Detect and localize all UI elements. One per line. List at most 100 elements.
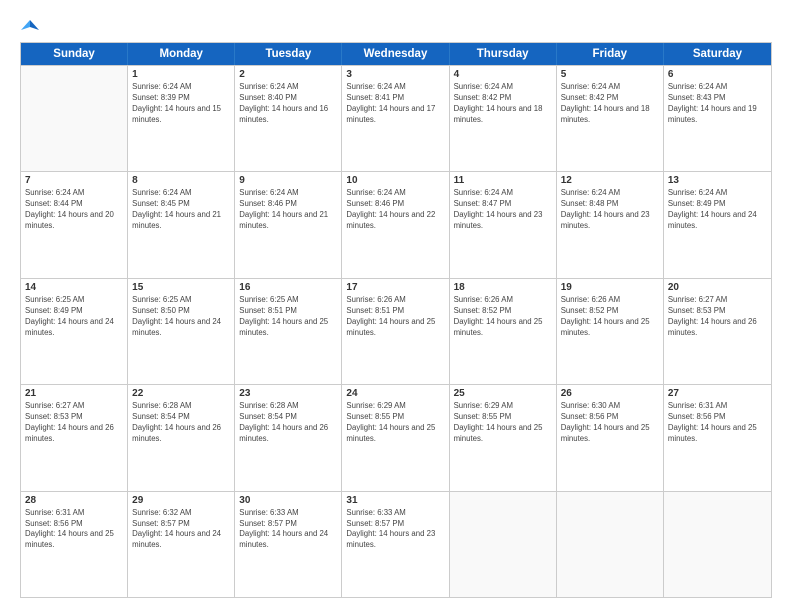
cal-cell: 17 Sunrise: 6:26 AM Sunset: 8:51 PM Dayli… bbox=[342, 279, 449, 384]
day-detail: Sunrise: 6:25 AM Sunset: 8:49 PM Dayligh… bbox=[25, 295, 123, 339]
day-number: 28 bbox=[25, 495, 123, 506]
day-detail: Sunrise: 6:24 AM Sunset: 8:45 PM Dayligh… bbox=[132, 188, 230, 232]
day-detail: Sunrise: 6:24 AM Sunset: 8:49 PM Dayligh… bbox=[668, 188, 767, 232]
calendar-body: 1 Sunrise: 6:24 AM Sunset: 8:39 PM Daylig… bbox=[21, 65, 771, 597]
cal-cell: 19 Sunrise: 6:26 AM Sunset: 8:52 PM Dayli… bbox=[557, 279, 664, 384]
cal-cell: 1 Sunrise: 6:24 AM Sunset: 8:39 PM Daylig… bbox=[128, 66, 235, 171]
cal-cell: 9 Sunrise: 6:24 AM Sunset: 8:46 PM Daylig… bbox=[235, 172, 342, 277]
day-number: 17 bbox=[346, 282, 444, 293]
cal-cell: 25 Sunrise: 6:29 AM Sunset: 8:55 PM Dayli… bbox=[450, 385, 557, 490]
day-number: 10 bbox=[346, 175, 444, 186]
day-number: 11 bbox=[454, 175, 552, 186]
cal-cell: 24 Sunrise: 6:29 AM Sunset: 8:55 PM Dayli… bbox=[342, 385, 449, 490]
day-detail: Sunrise: 6:24 AM Sunset: 8:41 PM Dayligh… bbox=[346, 82, 444, 126]
logo bbox=[20, 18, 40, 34]
week-row-5: 28Sunrise: 6:31 AM Sunset: 8:56 PM Dayli… bbox=[21, 491, 771, 597]
week-row-3: 14 Sunrise: 6:25 AM Sunset: 8:49 PM Dayli… bbox=[21, 278, 771, 384]
cal-cell: 29 Sunrise: 6:32 AM Sunset: 8:57 PM Dayli… bbox=[128, 492, 235, 597]
cal-cell bbox=[21, 66, 128, 171]
day-detail: Sunrise: 6:33 AM Sunset: 8:57 PM Dayligh… bbox=[346, 508, 444, 552]
cal-cell: 8 Sunrise: 6:24 AM Sunset: 8:45 PM Daylig… bbox=[128, 172, 235, 277]
header bbox=[20, 18, 772, 34]
day-detail: Sunrise: 6:24 AM Sunset: 8:43 PM Dayligh… bbox=[668, 82, 767, 126]
day-detail: Sunrise: 6:33 AM Sunset: 8:57 PM Dayligh… bbox=[239, 508, 337, 552]
day-number: 20 bbox=[668, 282, 767, 293]
day-detail: Sunrise: 6:24 AM Sunset: 8:42 PM Dayligh… bbox=[454, 82, 552, 126]
day-number: 24 bbox=[346, 388, 444, 399]
day-detail: Sunrise: 6:29 AM Sunset: 8:55 PM Dayligh… bbox=[346, 401, 444, 445]
day-detail: Sunrise: 6:29 AM Sunset: 8:55 PM Dayligh… bbox=[454, 401, 552, 445]
cal-cell: 30 Sunrise: 6:33 AM Sunset: 8:57 PM Dayli… bbox=[235, 492, 342, 597]
cal-cell: 27Sunrise: 6:31 AM Sunset: 8:56 PM Dayli… bbox=[664, 385, 771, 490]
calendar: SundayMondayTuesdayWednesdayThursdayFrid… bbox=[20, 42, 772, 598]
logo-bird-icon bbox=[21, 18, 39, 36]
day-number: 13 bbox=[668, 175, 767, 186]
cal-cell: 12 Sunrise: 6:24 AM Sunset: 8:48 PM Dayli… bbox=[557, 172, 664, 277]
page: SundayMondayTuesdayWednesdayThursdayFrid… bbox=[0, 0, 792, 612]
day-number: 31 bbox=[346, 495, 444, 506]
day-detail: Sunrise: 6:24 AM Sunset: 8:46 PM Dayligh… bbox=[346, 188, 444, 232]
day-detail: Sunrise: 6:28 AM Sunset: 8:54 PM Dayligh… bbox=[132, 401, 230, 445]
day-number: 12 bbox=[561, 175, 659, 186]
day-number: 30 bbox=[239, 495, 337, 506]
day-header-tuesday: Tuesday bbox=[235, 43, 342, 65]
cal-cell: 15Sunrise: 6:25 AM Sunset: 8:50 PM Dayli… bbox=[128, 279, 235, 384]
day-number: 27 bbox=[668, 388, 767, 399]
day-detail: Sunrise: 6:26 AM Sunset: 8:51 PM Dayligh… bbox=[346, 295, 444, 339]
day-number: 5 bbox=[561, 69, 659, 80]
calendar-header: SundayMondayTuesdayWednesdayThursdayFrid… bbox=[21, 43, 771, 65]
day-number: 25 bbox=[454, 388, 552, 399]
day-header-wednesday: Wednesday bbox=[342, 43, 449, 65]
day-detail: Sunrise: 6:25 AM Sunset: 8:50 PM Dayligh… bbox=[132, 295, 230, 339]
cal-cell: 3 Sunrise: 6:24 AM Sunset: 8:41 PM Daylig… bbox=[342, 66, 449, 171]
day-detail: Sunrise: 6:24 AM Sunset: 8:40 PM Dayligh… bbox=[239, 82, 337, 126]
cal-cell: 21 Sunrise: 6:27 AM Sunset: 8:53 PM Dayli… bbox=[21, 385, 128, 490]
day-number: 6 bbox=[668, 69, 767, 80]
cal-cell: 14 Sunrise: 6:25 AM Sunset: 8:49 PM Dayli… bbox=[21, 279, 128, 384]
cal-cell: 2 Sunrise: 6:24 AM Sunset: 8:40 PM Daylig… bbox=[235, 66, 342, 171]
day-detail: Sunrise: 6:26 AM Sunset: 8:52 PM Dayligh… bbox=[561, 295, 659, 339]
day-detail: Sunrise: 6:32 AM Sunset: 8:57 PM Dayligh… bbox=[132, 508, 230, 552]
day-number: 19 bbox=[561, 282, 659, 293]
day-detail: Sunrise: 6:27 AM Sunset: 8:53 PM Dayligh… bbox=[668, 295, 767, 339]
cal-cell: 5 Sunrise: 6:24 AM Sunset: 8:42 PM Daylig… bbox=[557, 66, 664, 171]
day-header-monday: Monday bbox=[128, 43, 235, 65]
week-row-1: 1 Sunrise: 6:24 AM Sunset: 8:39 PM Daylig… bbox=[21, 65, 771, 171]
day-number: 9 bbox=[239, 175, 337, 186]
day-number: 3 bbox=[346, 69, 444, 80]
cal-cell: 11Sunrise: 6:24 AM Sunset: 8:47 PM Dayli… bbox=[450, 172, 557, 277]
day-detail: Sunrise: 6:24 AM Sunset: 8:42 PM Dayligh… bbox=[561, 82, 659, 126]
day-detail: Sunrise: 6:24 AM Sunset: 8:46 PM Dayligh… bbox=[239, 188, 337, 232]
day-detail: Sunrise: 6:24 AM Sunset: 8:48 PM Dayligh… bbox=[561, 188, 659, 232]
cal-cell bbox=[450, 492, 557, 597]
cal-cell bbox=[557, 492, 664, 597]
day-detail: Sunrise: 6:27 AM Sunset: 8:53 PM Dayligh… bbox=[25, 401, 123, 445]
day-number: 21 bbox=[25, 388, 123, 399]
day-number: 18 bbox=[454, 282, 552, 293]
day-number: 4 bbox=[454, 69, 552, 80]
day-number: 2 bbox=[239, 69, 337, 80]
day-number: 26 bbox=[561, 388, 659, 399]
cal-cell: 18 Sunrise: 6:26 AM Sunset: 8:52 PM Dayli… bbox=[450, 279, 557, 384]
day-number: 1 bbox=[132, 69, 230, 80]
cal-cell bbox=[664, 492, 771, 597]
day-header-friday: Friday bbox=[557, 43, 664, 65]
day-number: 14 bbox=[25, 282, 123, 293]
day-detail: Sunrise: 6:24 AM Sunset: 8:44 PM Dayligh… bbox=[25, 188, 123, 232]
cal-cell: 16Sunrise: 6:25 AM Sunset: 8:51 PM Dayli… bbox=[235, 279, 342, 384]
day-number: 29 bbox=[132, 495, 230, 506]
day-number: 23 bbox=[239, 388, 337, 399]
day-detail: Sunrise: 6:30 AM Sunset: 8:56 PM Dayligh… bbox=[561, 401, 659, 445]
cal-cell: 4 Sunrise: 6:24 AM Sunset: 8:42 PM Daylig… bbox=[450, 66, 557, 171]
cal-cell: 22Sunrise: 6:28 AM Sunset: 8:54 PM Dayli… bbox=[128, 385, 235, 490]
day-number: 8 bbox=[132, 175, 230, 186]
cal-cell: 7Sunrise: 6:24 AM Sunset: 8:44 PM Daylig… bbox=[21, 172, 128, 277]
day-detail: Sunrise: 6:24 AM Sunset: 8:39 PM Dayligh… bbox=[132, 82, 230, 126]
week-row-2: 7Sunrise: 6:24 AM Sunset: 8:44 PM Daylig… bbox=[21, 171, 771, 277]
day-header-saturday: Saturday bbox=[664, 43, 771, 65]
cal-cell: 6 Sunrise: 6:24 AM Sunset: 8:43 PM Daylig… bbox=[664, 66, 771, 171]
cal-cell: 20 Sunrise: 6:27 AM Sunset: 8:53 PM Dayli… bbox=[664, 279, 771, 384]
day-header-sunday: Sunday bbox=[21, 43, 128, 65]
cal-cell: 31 Sunrise: 6:33 AM Sunset: 8:57 PM Dayli… bbox=[342, 492, 449, 597]
day-detail: Sunrise: 6:26 AM Sunset: 8:52 PM Dayligh… bbox=[454, 295, 552, 339]
